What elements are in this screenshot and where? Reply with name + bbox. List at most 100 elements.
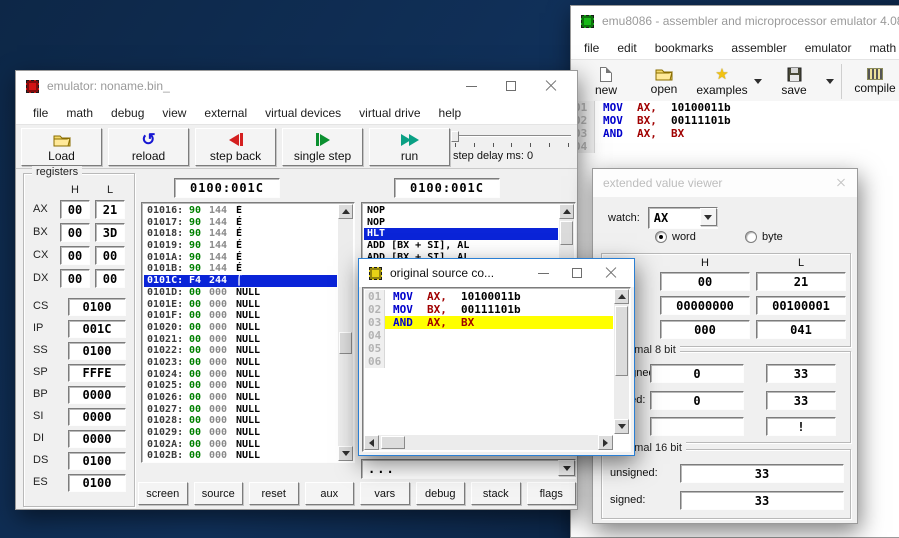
- signed-low-field[interactable]: 33: [766, 391, 836, 410]
- memory-row[interactable]: 01028: 00 000 NULL: [144, 415, 337, 427]
- signed-16bit-field[interactable]: 33: [680, 491, 844, 510]
- panel-button[interactable]: aux: [305, 482, 355, 505]
- emulator-menu-item[interactable]: external: [195, 106, 256, 120]
- unsigned-low-field[interactable]: 33: [766, 364, 836, 383]
- scroll-up-button[interactable]: [338, 204, 353, 219]
- register-value-field[interactable]: 0000: [68, 408, 126, 426]
- disasm-row[interactable]: NOP: [364, 217, 558, 229]
- maximize-button[interactable]: [491, 71, 531, 101]
- ide-menu-item[interactable]: assembler: [722, 41, 795, 55]
- panel-button[interactable]: debug: [416, 482, 466, 505]
- combobox-value[interactable]: ...: [361, 459, 576, 479]
- memory-row[interactable]: 0101B: 90 144 É: [144, 263, 337, 275]
- scroll-up-button[interactable]: [559, 204, 574, 219]
- examples-dropdown-arrow[interactable]: [751, 60, 765, 103]
- memory-row[interactable]: 0102A: 00 000 NULL: [144, 439, 337, 451]
- close-button[interactable]: [531, 71, 571, 101]
- memory-row[interactable]: 01021: 00 000 NULL: [144, 334, 337, 346]
- memory-row[interactable]: 0101F: 00 000 NULL: [144, 310, 337, 322]
- binary-high-field[interactable]: 00000000: [660, 296, 750, 315]
- ide-menu-item[interactable]: math: [860, 41, 899, 55]
- single-step-button[interactable]: single step: [282, 128, 363, 166]
- memory-address-field[interactable]: 0100:001C: [174, 178, 280, 198]
- octal-low-field[interactable]: 041: [756, 320, 846, 339]
- panel-button[interactable]: vars: [360, 482, 410, 505]
- save-dropdown-arrow[interactable]: [823, 60, 837, 103]
- source-horizontal-scrollbar[interactable]: [364, 435, 613, 450]
- ide-code-line[interactable]: 03 AND AX, BX: [571, 127, 899, 140]
- memory-row[interactable]: 01016: 90 144 É: [144, 205, 337, 217]
- disasm-row[interactable]: ADD [BX + SI], AL: [364, 240, 558, 252]
- panel-button[interactable]: stack: [471, 482, 521, 505]
- emulator-titlebar[interactable]: emulator: noname.bin_: [16, 71, 577, 101]
- signed-high-field[interactable]: 0: [650, 391, 744, 410]
- binary-low-field[interactable]: 00100001: [756, 296, 846, 315]
- ide-code-line[interactable]: 04: [571, 140, 899, 153]
- memory-row[interactable]: 0101D: 00 000 NULL: [144, 287, 337, 299]
- register-value-field[interactable]: 0100: [68, 452, 126, 470]
- register-high-field[interactable]: 00: [60, 223, 90, 242]
- emulator-menu-item[interactable]: help: [430, 106, 471, 120]
- watch-combobox[interactable]: AX: [648, 207, 718, 229]
- unsigned-high-field[interactable]: 0: [650, 364, 744, 383]
- disasm-combobox[interactable]: ...: [361, 459, 576, 479]
- maximize-button[interactable]: [560, 259, 594, 287]
- register-value-field[interactable]: 0000: [68, 386, 126, 404]
- emulator-menu-item[interactable]: virtual drive: [350, 106, 429, 120]
- source-code-line[interactable]: 02 MOV BX, 00111101b: [365, 303, 613, 316]
- scroll-thumb[interactable]: [560, 221, 573, 245]
- register-low-field[interactable]: 00: [95, 246, 125, 265]
- register-value-field[interactable]: 0100: [68, 342, 126, 360]
- run-button[interactable]: run: [369, 128, 450, 166]
- reload-button[interactable]: ↺ reload: [108, 128, 189, 166]
- ide-menu-item[interactable]: emulator: [796, 41, 861, 55]
- memory-scrollbar[interactable]: [338, 204, 353, 461]
- disasm-row[interactable]: NOP: [364, 205, 558, 217]
- register-high-field[interactable]: 00: [60, 200, 90, 219]
- ide-code-line[interactable]: 01 MOV AX, 10100011b: [571, 101, 899, 114]
- register-high-field[interactable]: 00: [60, 246, 90, 265]
- close-button[interactable]: [833, 176, 849, 190]
- memory-row[interactable]: 0101A: 90 144 É: [144, 252, 337, 264]
- slider-thumb[interactable]: [451, 131, 459, 142]
- memory-row[interactable]: 01022: 00 000 NULL: [144, 345, 337, 357]
- scroll-left-button[interactable]: [364, 435, 379, 450]
- emulator-menu-item[interactable]: view: [153, 106, 195, 120]
- panel-button[interactable]: source: [194, 482, 244, 505]
- register-value-field[interactable]: 0000: [68, 430, 126, 448]
- disasm-address-field[interactable]: 0100:001C: [394, 178, 500, 198]
- source-code-line[interactable]: 03 AND AX, BX: [365, 316, 613, 329]
- word-radio[interactable]: word: [655, 231, 696, 243]
- emulator-menu-item[interactable]: debug: [102, 106, 153, 120]
- memory-row[interactable]: 01025: 00 000 NULL: [144, 380, 337, 392]
- ide-menu-item[interactable]: bookmarks: [646, 41, 723, 55]
- memory-row[interactable]: 0101C: F4 244 ⌠: [144, 275, 337, 287]
- ide-code-line[interactable]: 02 MOV BX, 00111101b: [571, 114, 899, 127]
- memory-row[interactable]: 01023: 00 000 NULL: [144, 357, 337, 369]
- ide-menu-item[interactable]: file: [575, 41, 608, 55]
- viewer-titlebar[interactable]: extended value viewer: [593, 169, 857, 197]
- ascii-low-field[interactable]: !: [766, 417, 836, 436]
- scroll-down-button[interactable]: [614, 419, 629, 434]
- register-value-field[interactable]: FFFE: [68, 364, 126, 382]
- scroll-up-button[interactable]: [614, 289, 629, 304]
- memory-row[interactable]: 01029: 00 000 NULL: [144, 427, 337, 439]
- ide-menu-item[interactable]: edit: [608, 41, 645, 55]
- load-button[interactable]: Load: [21, 128, 102, 166]
- examples-button[interactable]: ★ examples: [693, 60, 751, 103]
- register-low-field[interactable]: 3D: [95, 223, 125, 242]
- memory-row[interactable]: 01017: 90 144 É: [144, 217, 337, 229]
- ide-titlebar[interactable]: emu8086 - assembler and microprocessor e…: [571, 6, 899, 36]
- source-code-line[interactable]: 05: [365, 342, 613, 355]
- register-value-field[interactable]: 0100: [68, 298, 126, 316]
- slider-track[interactable]: [451, 135, 571, 137]
- emulator-menu-item[interactable]: math: [57, 106, 102, 120]
- hex-low-field[interactable]: 21: [756, 272, 846, 291]
- panel-button[interactable]: reset: [249, 482, 299, 505]
- scroll-thumb[interactable]: [339, 332, 352, 354]
- close-button[interactable]: [594, 259, 628, 287]
- scroll-down-button[interactable]: [338, 446, 353, 461]
- register-value-field[interactable]: 001C: [68, 320, 126, 338]
- scroll-thumb[interactable]: [381, 436, 405, 449]
- octal-high-field[interactable]: 000: [660, 320, 750, 339]
